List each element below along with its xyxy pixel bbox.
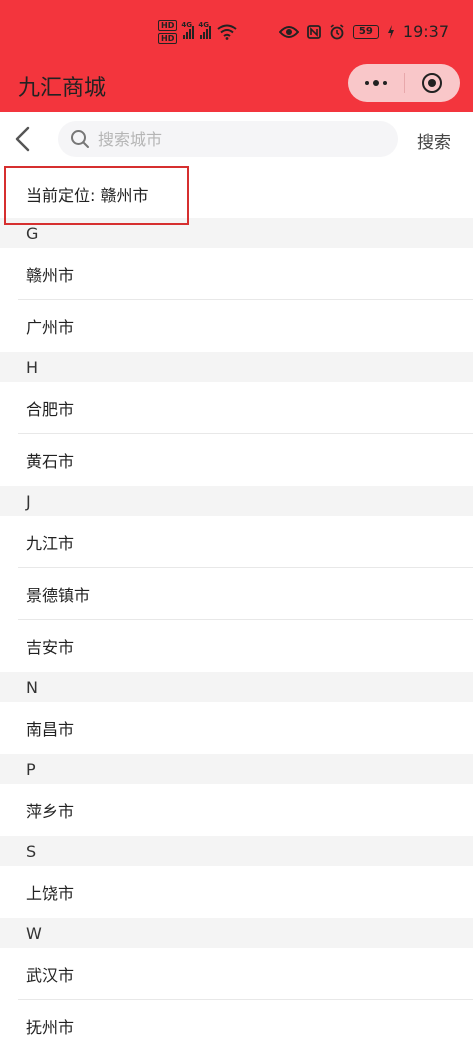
city-group-j: J 九江市 景德镇市 吉安市 — [0, 486, 473, 672]
status-bar-left: HD HD 4G 4G — [158, 20, 237, 44]
city-item[interactable]: 武汉市 — [0, 948, 473, 1000]
status-bar-right: 59 19:37 — [278, 22, 449, 41]
hd-badge-1: HD — [158, 20, 178, 31]
city-group-g: G 赣州市 广州市 — [0, 218, 473, 352]
hd-badge-2: HD — [158, 33, 178, 44]
close-target-icon — [422, 73, 443, 93]
city-group-n: N 南昌市 — [0, 672, 473, 754]
search-icon — [71, 130, 89, 148]
group-header: P — [0, 754, 473, 784]
city-item[interactable]: 抚州市 — [0, 1000, 473, 1052]
app-title: 九汇商城 — [18, 76, 107, 101]
charging-icon — [387, 24, 394, 39]
city-item[interactable]: 景德镇市 — [0, 568, 473, 620]
status-bar: HD HD 4G 4G 59 19:37 — [0, 18, 473, 50]
back-arrow-icon[interactable] — [10, 124, 38, 154]
battery-icon: 59 — [352, 24, 379, 39]
city-group-h: H 合肥市 黄石市 — [0, 352, 473, 486]
wifi-icon — [217, 24, 237, 40]
alarm-icon — [330, 23, 344, 39]
city-item[interactable]: 南昌市 — [0, 702, 473, 754]
signal-icon-1: 4G — [181, 21, 195, 39]
group-header: J — [0, 486, 473, 516]
city-item[interactable]: 合肥市 — [0, 382, 473, 434]
hd-indicators: HD HD — [158, 20, 178, 44]
city-group-p: P 萍乡市 — [0, 754, 473, 836]
city-item[interactable]: 上饶市 — [0, 866, 473, 918]
app-header: HD HD 4G 4G 59 19:37 九汇商城 — [0, 0, 473, 112]
city-item[interactable]: 赣州市 — [0, 248, 473, 300]
miniprogram-capsule — [348, 64, 460, 102]
eye-icon — [278, 25, 299, 38]
group-header: S — [0, 836, 473, 866]
signal-icon-2: 4G — [198, 21, 212, 39]
more-menu-button[interactable] — [348, 64, 404, 102]
close-miniprogram-button[interactable] — [405, 64, 461, 102]
city-group-w: W 武汉市 抚州市 — [0, 918, 473, 1052]
group-header: W — [0, 918, 473, 948]
city-list: 当前定位: 赣州市 G 赣州市 广州市 H 合肥市 黄石市 J 九江市 景德镇市… — [0, 166, 473, 1052]
city-item[interactable]: 黄石市 — [0, 434, 473, 486]
search-button[interactable]: 搜索 — [417, 128, 451, 153]
highlight-box — [4, 166, 189, 225]
search-box[interactable] — [58, 121, 398, 157]
group-header: N — [0, 672, 473, 702]
group-header: H — [0, 352, 473, 382]
search-bar: 搜索 — [0, 112, 473, 166]
city-item[interactable]: 萍乡市 — [0, 784, 473, 836]
network-type-2: 4G — [198, 21, 209, 29]
status-time: 19:37 — [402, 22, 449, 41]
city-item[interactable]: 九江市 — [0, 516, 473, 568]
city-item[interactable]: 广州市 — [0, 300, 473, 352]
search-input[interactable] — [98, 129, 358, 149]
more-dots-icon — [364, 80, 387, 86]
network-type-1: 4G — [181, 21, 192, 29]
city-item[interactable]: 吉安市 — [0, 620, 473, 672]
current-location-row[interactable]: 当前定位: 赣州市 — [0, 166, 473, 225]
city-group-s: S 上饶市 — [0, 836, 473, 918]
nfc-icon — [306, 24, 321, 39]
